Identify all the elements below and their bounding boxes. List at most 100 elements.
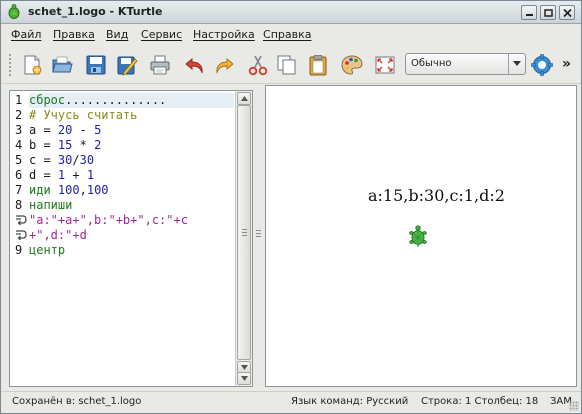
run-button[interactable] [528,51,556,79]
menu-edit-label: Правка [53,28,95,41]
code-editor[interactable]: 1 2 3 4 5 6 7 8 9 сброс.............. # … [9,90,253,387]
speed-select-value: Обычно [411,58,452,69]
code-line: b = 15 * 2 [29,138,101,153]
palette-icon [341,55,363,75]
window-title: schet_1.logo - KTurtle [28,5,163,18]
toolbar-grip[interactable] [8,53,12,77]
operator-token: = [36,153,58,167]
line-number: 6 [15,168,23,182]
number-token: 2 [94,138,102,152]
status-command-language: Язык команд: Русский [291,396,409,407]
cut-button[interactable] [244,51,272,79]
pane-splitter[interactable] [254,90,264,387]
execution-speed-select[interactable]: Обычно [405,53,526,75]
menu-bar: Файл Правка Вид Сервис Настройка Справка [1,24,581,46]
code-line: центр [29,243,65,258]
code-line: # Учусь считать [29,108,137,123]
string-expression-token: "a:"+a+",b:"+b+",c:"+c [29,213,188,227]
chevron-up-icon [241,96,248,101]
copy-icon [277,55,296,75]
maximize-button[interactable] [540,5,556,20]
number-token: 100 [57,183,80,197]
main-toolbar: Обычно » [1,46,581,84]
menu-file-label: Файл [11,28,42,41]
code-line: d = 1 + 1 [29,168,94,183]
operator-token: , [79,183,87,197]
number-token: 15 [57,138,73,152]
new-file-button[interactable] [18,51,46,79]
new-file-icon [24,55,42,75]
open-file-button[interactable] [48,51,76,79]
speed-select-arrow[interactable] [508,54,525,74]
menu-tools[interactable]: Сервис [141,28,182,41]
number-token: 20 [57,123,73,137]
number-token: 5 [94,123,102,137]
undo-icon [185,58,203,74]
save-as-button[interactable] [113,51,141,79]
chevron-down-icon [513,61,521,66]
status-saved-message: Сохранён в: schet_1.logo [12,396,142,407]
fullscreen-button[interactable] [371,51,399,79]
title-bar[interactable]: schet_1.logo - KTurtle [1,1,581,24]
operator-token: = [36,138,58,152]
operator-token: + [65,168,87,182]
undo-button[interactable] [181,51,209,79]
line-number: 2 [15,108,23,122]
canvas-output-text: a:15,b:30,c:1,d:2 [368,186,505,205]
code-line: c = 30/30 [29,153,94,168]
run-gear-icon [531,54,553,76]
resize-grip[interactable] [569,401,579,411]
paste-button[interactable] [304,51,332,79]
save-button[interactable] [82,51,110,79]
toolbar-overflow-button[interactable]: » [562,57,571,71]
line-number: 1 [15,93,23,107]
menu-settings-label: Настройка [193,28,255,41]
number-token: 100 [86,183,109,197]
line-number: 3 [15,123,23,137]
operator-token: = [36,168,58,182]
minimize-button[interactable] [521,5,537,20]
print-button[interactable] [146,51,174,79]
color-picker-button[interactable] [338,51,366,79]
comment-token: # Учусь считать [29,108,138,122]
code-line-wrapped: +",d:"+d [29,228,87,243]
scroll-down-button-2[interactable] [237,372,251,385]
turtle-sprite-icon [409,225,427,247]
redo-icon [216,58,234,74]
menu-help[interactable]: Справка [263,28,311,41]
line-number: 8 [15,198,23,212]
menu-view[interactable]: Вид [106,28,128,41]
editor-vertical-scrollbar[interactable] [235,91,252,386]
operator-token: = [36,123,58,137]
line-number: 5 [15,153,23,167]
whitespace-dots: .............. [65,93,167,107]
menu-tools-label: Сервис [141,28,183,41]
minimize-icon [526,14,533,16]
paste-icon [309,55,327,76]
menu-file[interactable]: Файл [11,28,41,41]
close-button[interactable] [559,5,575,20]
operator-token: * [72,138,95,152]
code-text-area[interactable]: сброс.............. # Учусь считать a = … [16,91,234,386]
keyword-token: сброс [29,93,66,107]
menu-settings[interactable]: Настройка [193,28,255,41]
menu-edit[interactable]: Правка [53,28,95,41]
turtle-canvas[interactable]: a:15,b:30,c:1,d:2 [265,85,577,387]
scrollbar-thumb[interactable] [237,105,251,360]
scroll-up-button[interactable] [237,92,251,105]
open-folder-icon [52,56,73,73]
chevron-down-icon [241,376,248,381]
code-line: напиши [29,198,72,213]
code-line: a = 20 - 5 [29,123,101,138]
number-token: 30 [79,153,95,167]
close-icon [563,9,572,17]
menu-view-label: Вид [106,28,129,41]
line-number: 9 [15,243,23,257]
maximize-icon [544,9,553,17]
operator-token: - [72,123,95,137]
copy-button[interactable] [273,51,301,79]
save-as-icon [117,56,138,76]
keyword-token: центр [29,243,66,257]
redo-button[interactable] [210,51,238,79]
turtle-app-icon [8,4,20,19]
